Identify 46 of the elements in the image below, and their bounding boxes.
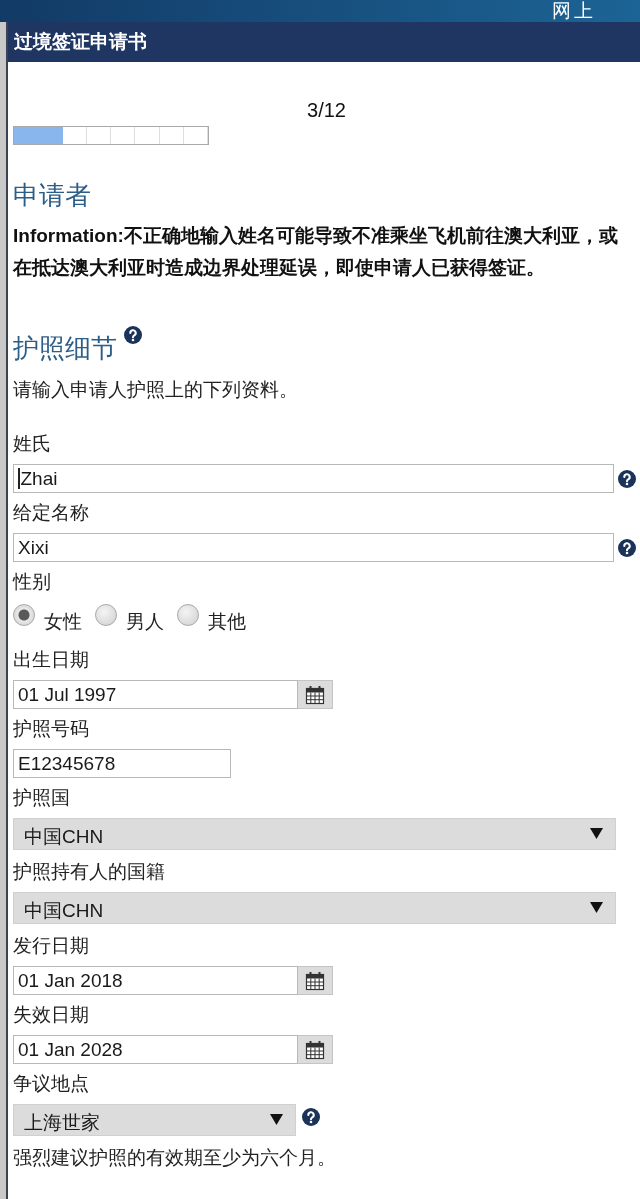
section-title: 护照细节	[13, 332, 117, 365]
help-icon[interactable]	[124, 326, 142, 344]
field-label: 护照持有人的国籍	[13, 860, 165, 884]
dropdown-arrow-icon	[270, 1114, 283, 1125]
field-label: 给定名称	[13, 501, 89, 525]
dropdown[interactable]: 中国CHN	[13, 892, 616, 924]
hint-text: 强烈建议护照的有效期至少为六个月。	[13, 1146, 336, 1170]
help-icon[interactable]	[618, 469, 636, 488]
text-field[interactable]: Zhai	[13, 464, 614, 493]
site-title: 网上	[552, 0, 596, 22]
calendar-icon	[305, 1039, 325, 1060]
radio-label[interactable]: 女性	[44, 610, 82, 634]
field-label: 性别	[13, 570, 51, 594]
calendar-button[interactable]	[298, 1035, 333, 1064]
date-field[interactable]: 01 Jan 2018	[13, 966, 298, 995]
information-text: Information:不正确地输入姓名可能导致不准乘坐飞机前往澳大利亚，或在抵达澳大利亚时造成边界处理延误，即使申请人已获得签证。	[13, 224, 619, 280]
field-label: 姓氏	[13, 432, 51, 456]
dropdown-arrow-icon	[590, 902, 603, 913]
calendar-button[interactable]	[298, 680, 333, 709]
date-field[interactable]: 01 Jul 1997	[13, 680, 298, 709]
calendar-icon	[305, 970, 325, 991]
field-label: 护照国	[13, 786, 70, 810]
text-field[interactable]: E12345678	[13, 749, 231, 778]
step-counter: 3/12	[307, 99, 346, 121]
field-label: 失效日期	[13, 1003, 89, 1027]
field-label: 出生日期	[13, 648, 89, 672]
radio-button[interactable]	[95, 604, 117, 626]
dropdown[interactable]: 上海世家	[13, 1104, 296, 1136]
section-title: 申请者	[13, 179, 91, 212]
field-label: 争议地点	[13, 1072, 89, 1096]
radio-label[interactable]: 男人	[126, 610, 164, 634]
field-label: 护照号码	[13, 717, 89, 741]
help-icon[interactable]	[618, 538, 636, 557]
dropdown[interactable]: 中国CHN	[13, 818, 616, 850]
field-label: 发行日期	[13, 934, 89, 958]
instruction-text: 请输入申请人护照上的下列资料。	[13, 378, 298, 402]
calendar-icon	[305, 684, 325, 705]
calendar-button[interactable]	[298, 966, 333, 995]
form-title: 过境签证申请书	[14, 30, 147, 54]
radio-button[interactable]	[13, 604, 35, 626]
date-field[interactable]: 01 Jan 2028	[13, 1035, 298, 1064]
radio-button[interactable]	[177, 604, 199, 626]
dropdown-arrow-icon	[590, 828, 603, 839]
radio-label[interactable]: 其他	[208, 610, 246, 634]
help-icon[interactable]	[302, 1108, 320, 1126]
text-field[interactable]: Xixi	[13, 533, 614, 562]
